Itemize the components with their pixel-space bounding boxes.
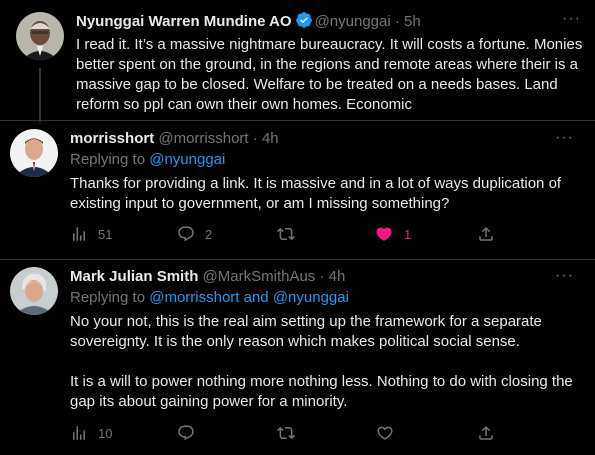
avatar[interactable] <box>10 129 58 177</box>
timestamp[interactable]: 5h <box>404 13 421 30</box>
share-button[interactable] <box>477 225 495 243</box>
reply-button[interactable] <box>177 424 205 442</box>
timestamp[interactable]: 4h <box>262 130 279 147</box>
views-count: 51 <box>98 226 113 242</box>
more-icon[interactable]: ··· <box>555 267 574 285</box>
reply-mention-link[interactable]: @nyunggai <box>149 151 225 168</box>
reply-count: 2 <box>205 226 213 242</box>
retweet-button[interactable] <box>277 424 305 442</box>
tweet-2[interactable]: morrisshort @morrisshort · 4h ··· Replyi… <box>0 121 595 259</box>
replying-to: Replying to @nyunggai <box>70 150 225 170</box>
handle[interactable]: @nyunggai <box>315 13 391 30</box>
share-icon <box>477 225 495 243</box>
display-name[interactable]: morrisshort <box>70 130 154 147</box>
replying-to-label: Replying to <box>70 151 150 168</box>
tweet-header: Mark Julian Smith @MarkSmithAus · 4h <box>70 267 345 287</box>
like-button[interactable] <box>376 424 404 442</box>
like-icon <box>376 424 394 442</box>
avatar[interactable] <box>16 12 64 60</box>
handle[interactable]: @MarkSmithAus <box>203 268 316 285</box>
views-count: 10 <box>98 425 113 441</box>
avatar[interactable] <box>10 267 58 315</box>
reply-icon <box>177 225 195 243</box>
like-icon <box>374 225 394 243</box>
replying-to-label: Replying to <box>70 289 150 306</box>
reply-button[interactable]: 2 <box>177 225 212 243</box>
action-bar: 51 2 1 <box>70 225 495 245</box>
display-name[interactable]: Mark Julian Smith <box>70 268 198 285</box>
retweet-icon <box>277 225 295 243</box>
separator-dot: · <box>319 268 325 285</box>
reply-mention-link[interactable]: @morrisshort and @nyunggai <box>149 289 349 306</box>
tweet-3[interactable]: Mark Julian Smith @MarkSmithAus · 4h ···… <box>0 260 595 455</box>
action-bar: 10 <box>70 424 495 444</box>
views-button[interactable]: 51 <box>70 225 112 243</box>
tweet-header: morrisshort @morrisshort · 4h <box>70 129 279 149</box>
views-icon <box>70 424 88 442</box>
like-count: 1 <box>404 226 412 242</box>
handle[interactable]: @morrisshort <box>158 130 248 147</box>
views-icon <box>70 225 88 243</box>
views-button[interactable]: 10 <box>70 424 112 442</box>
replying-to: Replying to @morrisshort and @nyunggai <box>70 288 349 308</box>
tweet-text: Thanks for providing a link. It is massi… <box>70 175 566 212</box>
tweet-1[interactable]: Nyunggai Warren Mundine AO @nyunggai · 5h… <box>0 0 595 120</box>
timestamp[interactable]: 4h <box>329 268 346 285</box>
tweet-text: No your not, this is the real aim settin… <box>70 313 573 410</box>
separator-dot: · <box>252 130 258 147</box>
tweet-text: I read it. It’s a massive nightmare bure… <box>76 36 587 113</box>
separator-dot: · <box>394 13 400 30</box>
more-icon[interactable]: ··· <box>562 10 581 28</box>
share-button[interactable] <box>477 424 495 442</box>
retweet-button[interactable] <box>277 225 305 243</box>
retweet-icon <box>277 424 295 442</box>
like-button[interactable]: 1 <box>374 225 411 243</box>
reply-icon <box>177 424 195 442</box>
verified-icon <box>295 11 313 35</box>
share-icon <box>477 424 495 442</box>
more-icon[interactable]: ··· <box>555 129 574 147</box>
display-name[interactable]: Nyunggai Warren Mundine AO <box>76 13 292 30</box>
tweet-header: Nyunggai Warren Mundine AO @nyunggai · 5h <box>76 11 421 35</box>
